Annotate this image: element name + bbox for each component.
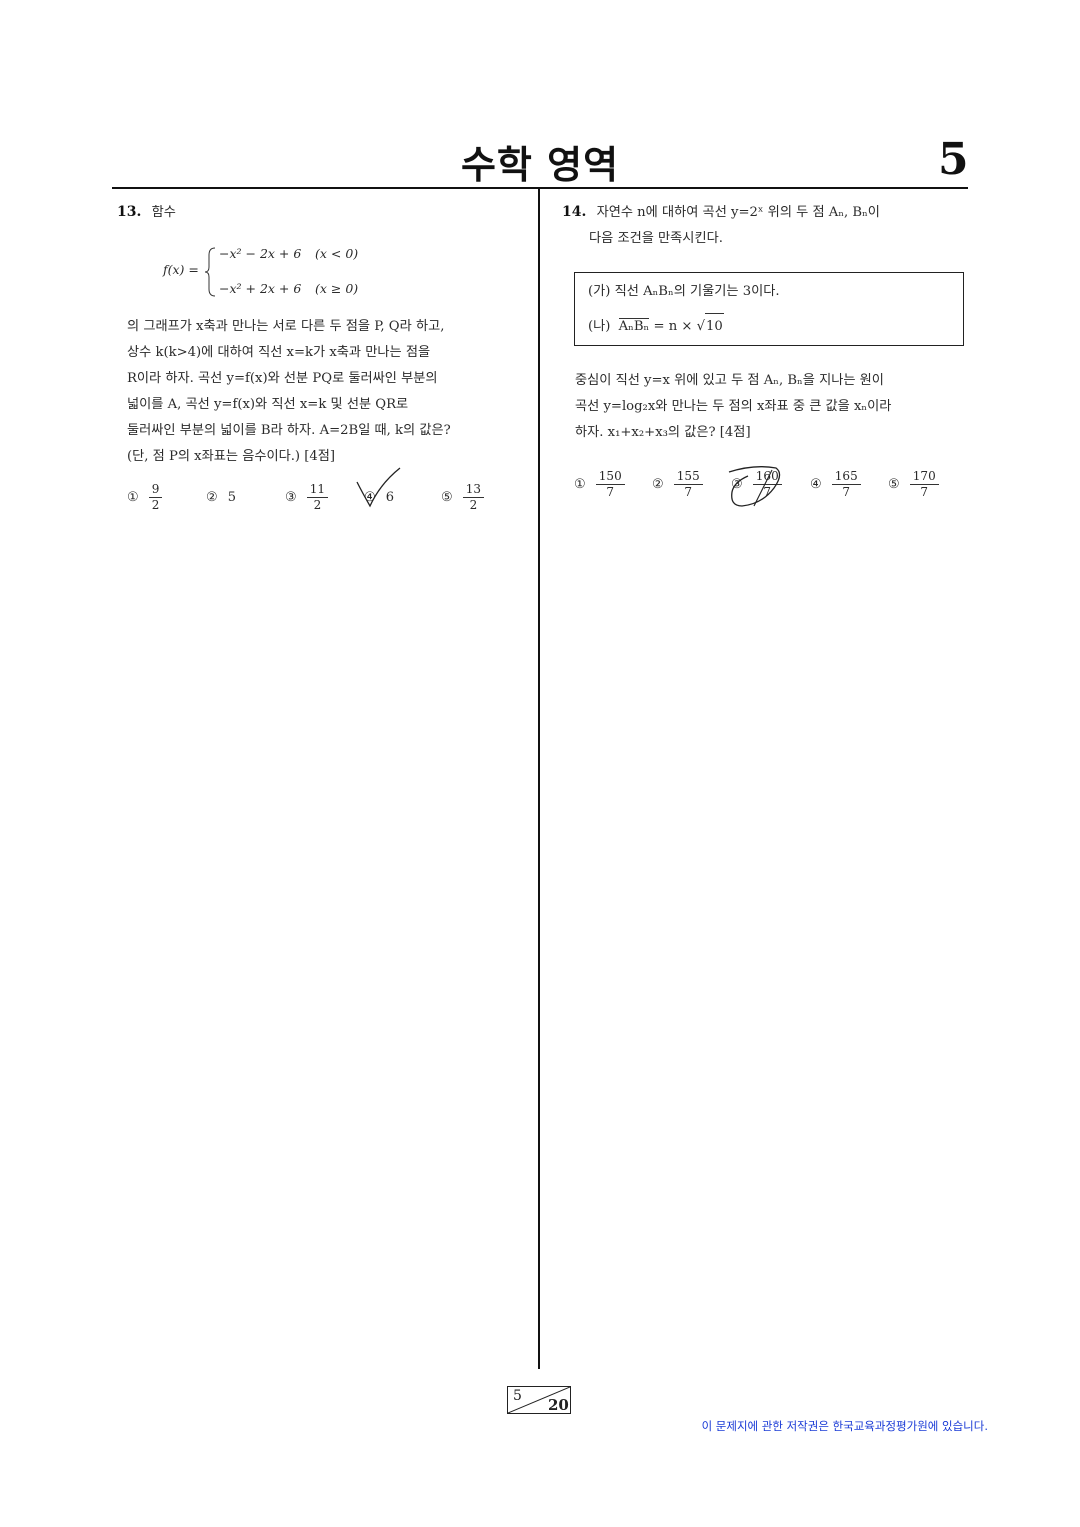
q14-body-line: 중심이 직선 y=x 위에 있고 두 점 Aₙ, Bₙ을 지나는 원이 (575, 373, 884, 388)
choice-mark: ⑤ (888, 477, 900, 492)
q14-body: 중심이 직선 y=x 위에 있고 두 점 Aₙ, Bₙ을 지나는 원이 곡선 y… (575, 368, 965, 446)
condition-b-expression: = n × (649, 319, 697, 334)
choice-fraction: 155 7 (673, 469, 703, 500)
choice-fraction: 150 7 (595, 469, 625, 500)
choice-fraction: 170 7 (909, 469, 939, 500)
q13-body-line: 넓이를 A, 곡선 y=f(x)와 직선 x=k 및 선분 QR로 (127, 397, 409, 412)
q14-choice-1[interactable]: ① 150 7 (574, 469, 625, 500)
q13-choice-3[interactable]: ③ 11 2 (285, 482, 329, 513)
q14-intro: 14. 자연수 n에 대하여 곡선 y=2ˣ 위의 두 점 Aₙ, Bₙ이 다음… (562, 199, 962, 252)
fraction-denominator: 7 (920, 485, 929, 499)
q13-body-line: 의 그래프가 x축과 만나는 서로 다른 두 점을 P, Q라 하고, (127, 319, 445, 334)
q13-body: 의 그래프가 x축과 만나는 서로 다른 두 점을 P, Q라 하고, 상수 k… (127, 314, 527, 470)
page-indicator-total: 20 (548, 1396, 569, 1414)
q13-func-lhs: f(x) = (163, 262, 199, 277)
q13-body-line: 상수 k(k>4)에 대하여 직선 x=k가 x축과 만나는 점을 (127, 345, 431, 360)
q14-intro-text: 자연수 n에 대하여 곡선 y=2ˣ 위의 두 점 Aₙ, Bₙ이 (596, 205, 880, 220)
q13-body-line: R이라 하자. 곡선 y=f(x)와 선분 PQ로 둘러싸인 부분의 (127, 371, 438, 386)
fraction-numerator: 13 (462, 482, 485, 498)
q14-condition-b: (나) AₙBₙ = n × √10 (588, 313, 724, 340)
q13-handwritten-check-mark (356, 467, 401, 508)
q13-brace (205, 247, 216, 297)
q13-choice-1[interactable]: ① 9 2 (127, 482, 163, 513)
q13-intro: 함수 (151, 205, 176, 220)
q14-intro-line: 14. 자연수 n에 대하여 곡선 y=2ˣ 위의 두 점 Aₙ, Bₙ이 (562, 199, 962, 226)
q14-body-line: 하자. x₁+x₂+x₃의 값은? [4점] (575, 425, 751, 440)
fraction-denominator: 7 (842, 485, 851, 499)
choice-mark: ① (127, 490, 139, 505)
q13-choice-5[interactable]: ⑤ 13 2 (441, 482, 485, 513)
radicand: 10 (705, 313, 724, 340)
fraction-denominator: 7 (606, 485, 615, 499)
q14-body-line: 곡선 y=log₂x와 만나는 두 점의 x좌표 중 큰 값을 xₙ이라 (575, 399, 892, 414)
choice-fraction: 9 2 (148, 482, 163, 513)
q14-choice-4[interactable]: ④ 165 7 (810, 469, 861, 500)
q14-choice-5[interactable]: ⑤ 170 7 (888, 469, 939, 500)
q13-body-line: 둘러싸인 부분의 넓이를 B라 하자. A=2B일 때, k의 값은? (127, 423, 451, 438)
fraction-denominator: 2 (151, 498, 160, 512)
q14-condition-a: (가) 직선 AₙBₙ의 기울기는 3이다. (588, 284, 780, 299)
fraction-numerator: 9 (148, 482, 163, 498)
choice-mark: ① (574, 477, 586, 492)
choice-value: 5 (227, 490, 237, 505)
q13-piecewise-function: f(x) = −x² − 2x + 6 (x < 0) −x² + 2x + 6… (163, 241, 393, 301)
choice-mark: ② (206, 490, 218, 505)
segment-length: AₙBₙ (618, 318, 650, 334)
fraction-numerator: 165 (831, 469, 861, 485)
q13-body-line: (단, 점 P의 x좌표는 음수이다.) [4점] (127, 449, 336, 464)
q13-choice-2[interactable]: ② 5 (206, 490, 236, 505)
page-number: 5 (938, 134, 969, 185)
q14-handwritten-circle-mark (728, 466, 781, 507)
fraction-numerator: 155 (673, 469, 703, 485)
q14-number: 14. (562, 204, 587, 220)
choice-fraction: 165 7 (831, 469, 861, 500)
q13-case2-cond: (x ≥ 0) (315, 281, 359, 296)
fraction-numerator: 170 (909, 469, 939, 485)
sqrt-icon: √ (696, 319, 706, 334)
q13-number: 13. (117, 204, 142, 220)
choice-mark: ② (652, 477, 664, 492)
choice-mark: ④ (810, 477, 822, 492)
choice-mark: ⑤ (441, 490, 453, 505)
fraction-denominator: 2 (469, 498, 478, 512)
q13-case2-expr: −x² + 2x + 6 (219, 281, 302, 296)
choice-fraction: 11 2 (306, 482, 329, 513)
q14-choice-2[interactable]: ② 155 7 (652, 469, 703, 500)
header-rule (112, 187, 968, 189)
fraction-numerator: 11 (306, 482, 329, 498)
fraction-numerator: 150 (595, 469, 625, 485)
condition-b-label: (나) (588, 319, 611, 334)
q13-case1-expr: −x² − 2x + 6 (219, 246, 302, 261)
choice-fraction: 13 2 (462, 482, 485, 513)
q14-intro-line: 다음 조건을 만족시킨다. (589, 231, 723, 246)
choice-mark: ③ (285, 490, 297, 505)
q13-case1-cond: (x < 0) (315, 246, 359, 261)
q13-heading: 13. 함수 (117, 199, 176, 226)
column-divider (538, 189, 540, 1369)
section-title: 수학 영역 (460, 143, 620, 187)
fraction-denominator: 2 (313, 498, 322, 512)
copyright-notice: 이 문제지에 관한 저작권은 한국교육과정평가원에 있습니다. (701, 1419, 988, 1433)
fraction-denominator: 7 (684, 485, 693, 499)
page-indicator-current: 5 (513, 1388, 522, 1404)
